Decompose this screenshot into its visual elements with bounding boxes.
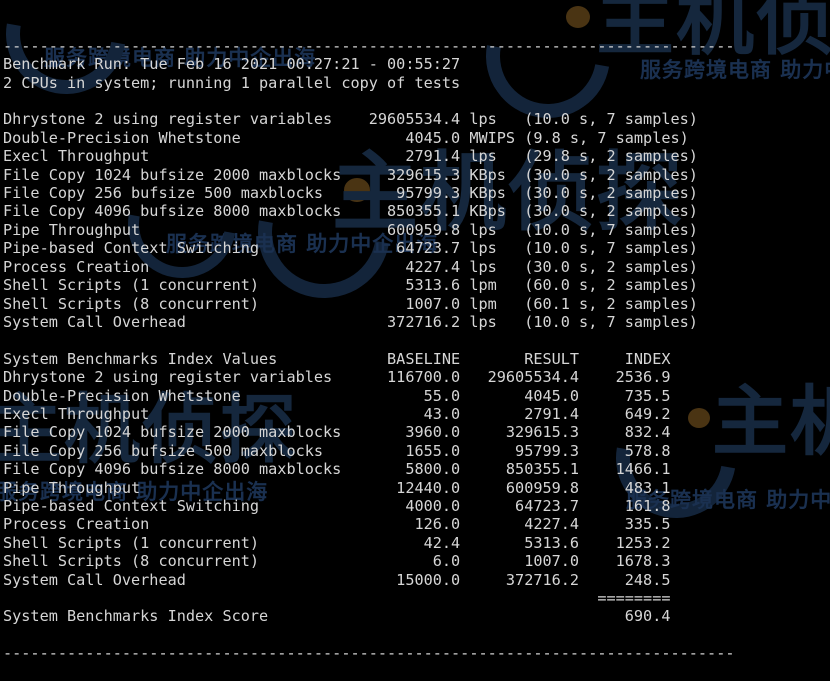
- terminal-text: ----------------------------------------…: [3, 36, 735, 663]
- terminal-output: ----------------------------------------…: [0, 0, 830, 662]
